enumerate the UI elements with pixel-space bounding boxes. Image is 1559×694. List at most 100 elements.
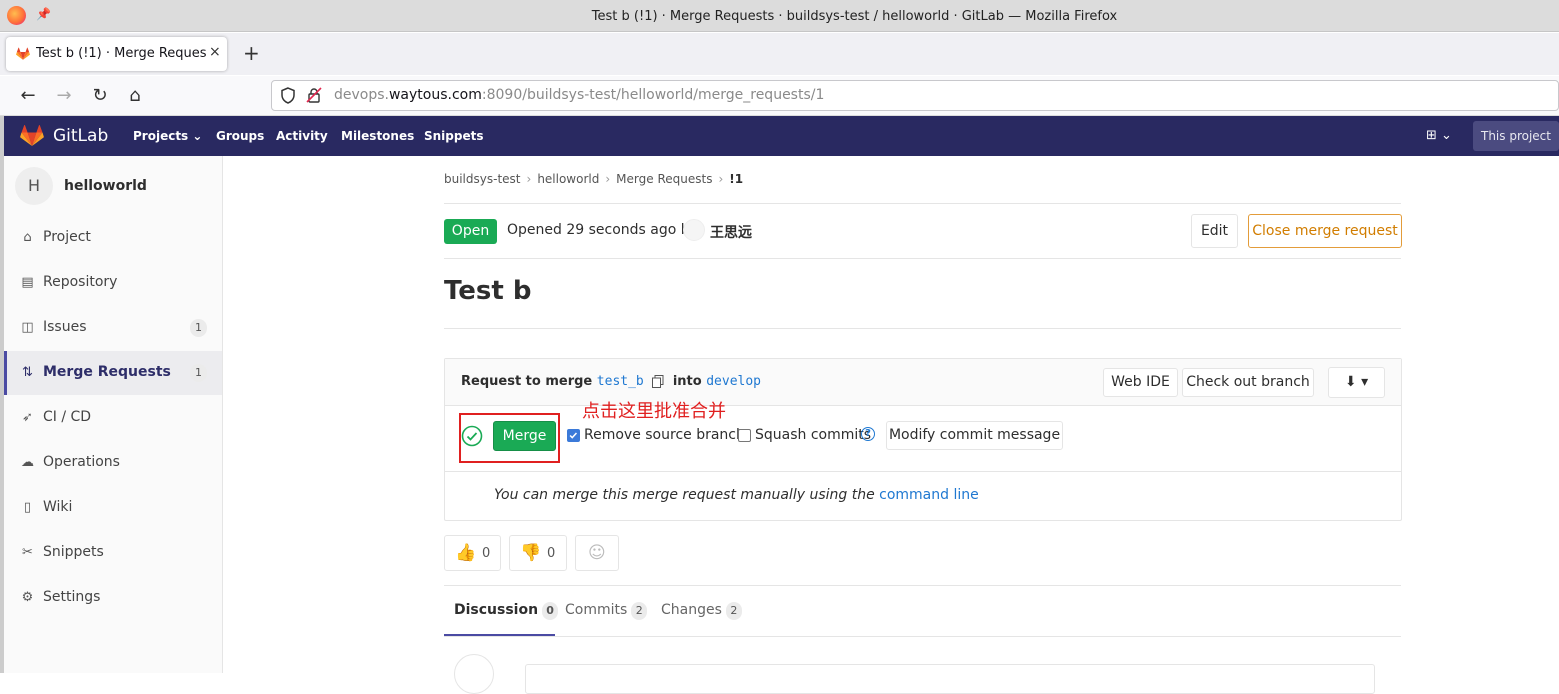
breadcrumb-current[interactable]: !1 <box>729 172 743 186</box>
divider <box>444 585 1401 586</box>
breadcrumb-separator: › <box>718 172 724 186</box>
sidebar-item-label: CI / CD <box>43 409 92 425</box>
book-closed-icon: ▯ <box>23 500 32 515</box>
sidebar-item-label: Operations <box>43 454 120 470</box>
sidebar-item-label: Snippets <box>43 544 104 560</box>
thumbs-down-count: 0 <box>547 546 556 561</box>
tab-label: Changes <box>661 602 722 618</box>
tab-discussion[interactable]: Discussion 0 <box>454 602 559 620</box>
sidebar-item-repository[interactable]: ▤ Repository <box>4 261 222 305</box>
home-icon: ⌂ <box>23 230 32 245</box>
annotation-highlight-box <box>459 413 560 463</box>
close-merge-request-button[interactable]: Close merge request <box>1248 214 1402 248</box>
new-dropdown-button[interactable]: ⊞ ⌄ <box>1426 128 1452 143</box>
modify-commit-message-button[interactable]: Modify commit message <box>886 421 1063 450</box>
gitlab-logo-icon[interactable] <box>20 125 44 147</box>
breadcrumb-project[interactable]: helloworld <box>537 172 599 186</box>
nav-groups[interactable]: Groups <box>216 129 264 143</box>
sidebar-item-project[interactable]: ⌂ Project <box>4 216 222 260</box>
book-icon: ▤ <box>21 275 34 290</box>
tab-changes[interactable]: Changes 2 <box>661 602 742 620</box>
nav-activity[interactable]: Activity <box>276 129 328 143</box>
sidebar-item-label: Issues <box>43 319 87 335</box>
sidebar-item-snippets[interactable]: ✂ Snippets <box>4 531 222 575</box>
reload-icon[interactable]: ↻ <box>89 85 111 106</box>
remove-source-branch-checkbox[interactable] <box>567 429 580 442</box>
annotation-text: 点击这里批准合并 <box>582 401 726 422</box>
window-titlebar: 📌 Test b (!1) · Merge Requests · buildsy… <box>0 0 1559 32</box>
tab-strip: Test b (!1) · Merge Requests × <box>0 33 1559 75</box>
source-branch-link[interactable]: test_b <box>597 374 644 389</box>
breadcrumb-group[interactable]: buildsys-test <box>444 172 521 186</box>
sidebar-item-label: Repository <box>43 274 118 290</box>
new-tab-button[interactable]: + <box>243 41 260 65</box>
user-avatar <box>454 654 494 694</box>
opened-text: Opened 29 seconds ago by <box>507 222 698 238</box>
issues-count-badge: 1 <box>190 319 207 337</box>
discussion-count: 0 <box>542 602 559 620</box>
nav-snippets[interactable]: Snippets <box>424 129 484 143</box>
nav-milestones[interactable]: Milestones <box>341 129 414 143</box>
sidebar-item-settings[interactable]: ⚙ Settings <box>4 576 222 620</box>
nav-projects[interactable]: Projects ⌄ <box>133 129 202 143</box>
add-reaction-button[interactable]: ☺ <box>575 535 619 571</box>
comment-input[interactable] <box>525 664 1375 694</box>
divider <box>445 471 1401 472</box>
address-bar[interactable]: devops.waytous.com:8090/buildsys-test/he… <box>271 80 1559 111</box>
insecure-lock-icon[interactable] <box>306 87 322 103</box>
edit-button[interactable]: Edit <box>1191 214 1238 248</box>
merge-request-icon: ⇅ <box>22 365 33 380</box>
back-arrow-icon[interactable]: ← <box>17 85 39 106</box>
sidebar-item-issues[interactable]: ◫ Issues 1 <box>4 306 222 350</box>
browser-tab[interactable]: Test b (!1) · Merge Requests × <box>6 37 227 71</box>
window-title: Test b (!1) · Merge Requests · buildsys-… <box>591 9 1118 24</box>
sidebar-item-ci-cd[interactable]: ➶ CI / CD <box>4 396 222 440</box>
target-branch-link[interactable]: develop <box>706 374 761 389</box>
author-name[interactable]: 王思远 <box>710 222 752 242</box>
check-out-branch-button[interactable]: Check out branch <box>1182 368 1314 397</box>
gitlab-header: GitLab Projects ⌄ Groups Activity Milest… <box>4 116 1559 156</box>
project-sidebar: H helloworld ⌂ Project ▤ Repository ◫ Is… <box>4 156 223 673</box>
tab-commits[interactable]: Commits 2 <box>565 602 648 620</box>
breadcrumb-separator: › <box>605 172 611 186</box>
sidebar-item-merge-requests[interactable]: ⇅ Merge Requests 1 <box>4 351 222 395</box>
status-badge: Open <box>444 219 497 244</box>
project-name[interactable]: helloworld <box>64 178 147 194</box>
thumbs-down-icon: 👎 <box>520 543 542 563</box>
request-prefix: Request to merge <box>461 374 593 389</box>
tab-close-icon[interactable]: × <box>209 44 221 60</box>
divider <box>444 258 1401 259</box>
breadcrumb-separator: › <box>526 172 532 186</box>
sidebar-item-label: Wiki <box>43 499 73 515</box>
forward-arrow-icon[interactable]: → <box>53 85 75 106</box>
divider <box>444 636 1401 637</box>
manual-merge-text: You can merge this merge request manuall… <box>494 487 979 503</box>
home-icon[interactable]: ⌂ <box>124 85 146 106</box>
sidebar-item-label: Project <box>43 229 91 245</box>
copy-icon[interactable] <box>652 375 664 388</box>
web-ide-button[interactable]: Web IDE <box>1103 368 1178 397</box>
sidebar-item-operations[interactable]: ☁ Operations <box>4 441 222 485</box>
author-avatar[interactable] <box>683 219 705 241</box>
sidebar-item-wiki[interactable]: ▯ Wiki <box>4 486 222 530</box>
help-icon[interactable]: ? <box>861 427 875 441</box>
thumbs-up-icon: 👍 <box>455 543 477 563</box>
sidebar-item-label: Settings <box>43 589 101 605</box>
command-line-link[interactable]: command line <box>879 487 979 503</box>
gitlab-brand[interactable]: GitLab <box>53 126 108 146</box>
remove-source-branch-label[interactable]: Remove source branch <box>584 427 745 443</box>
shield-icon[interactable] <box>280 87 296 104</box>
thumbs-up-award-button[interactable]: 👍 0 <box>444 535 501 571</box>
thumbs-down-award-button[interactable]: 👎 0 <box>509 535 567 571</box>
download-dropdown-button[interactable]: ⬇ ▾ <box>1328 367 1385 398</box>
rocket-icon: ➶ <box>22 410 33 425</box>
squash-commits-checkbox[interactable] <box>738 429 751 442</box>
into-text: into <box>672 374 702 389</box>
squash-commits-label[interactable]: Squash commits <box>755 427 871 443</box>
search-input[interactable]: This project <box>1473 121 1559 151</box>
url-text[interactable]: devops.waytous.com:8090/buildsys-test/he… <box>334 87 824 103</box>
breadcrumb-section[interactable]: Merge Requests <box>616 172 712 186</box>
tab-label: Commits <box>565 602 628 618</box>
project-avatar[interactable]: H <box>15 167 53 205</box>
request-to-merge-text: Request to merge test_b into develop <box>461 374 761 389</box>
